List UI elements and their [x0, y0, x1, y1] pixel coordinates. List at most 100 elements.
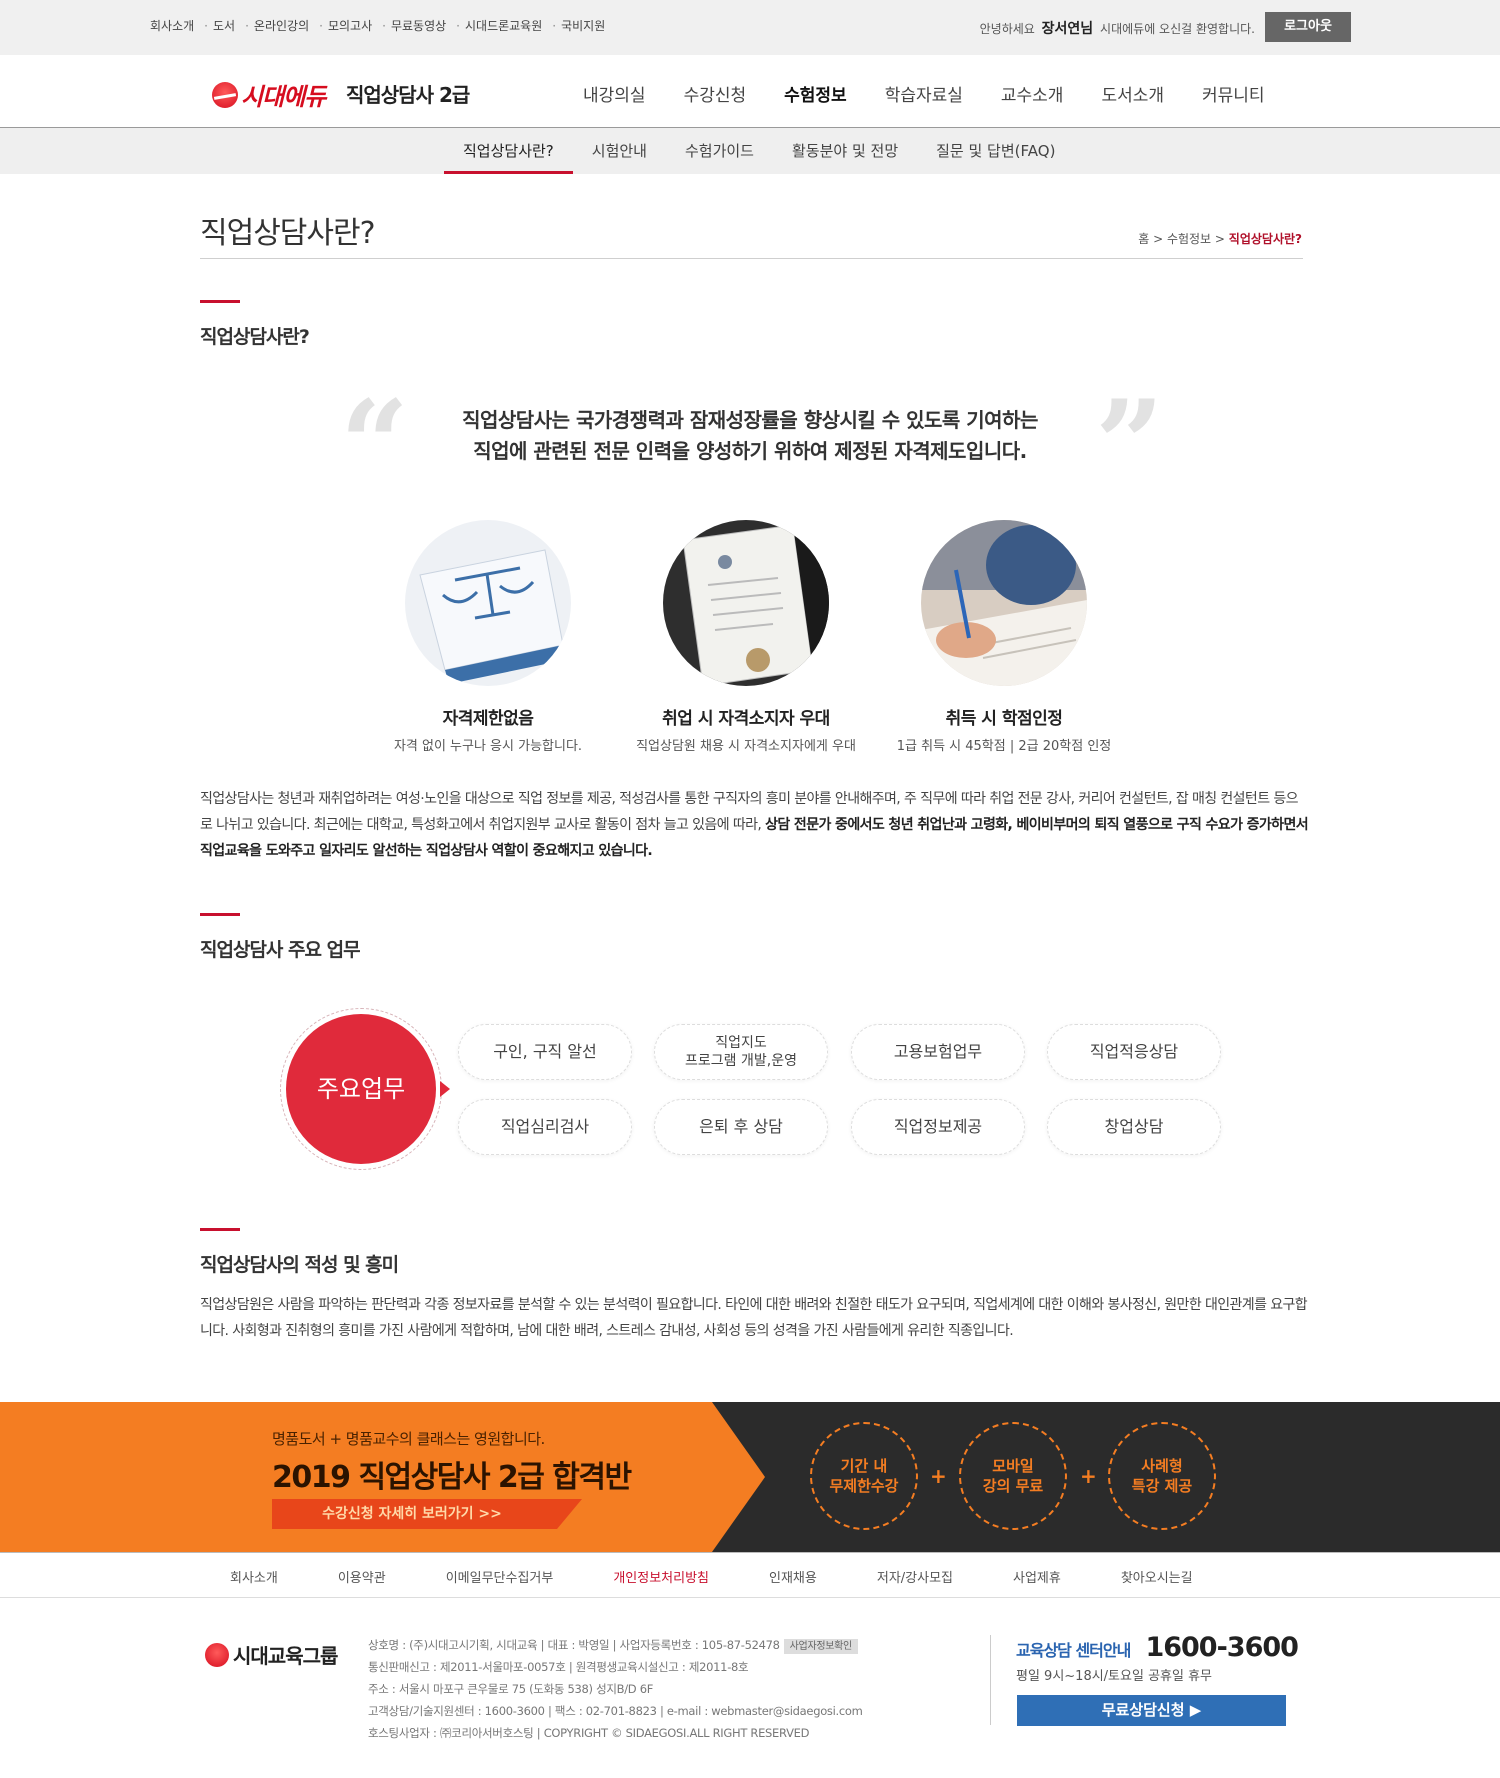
duty-item: 직업심리검사	[458, 1099, 632, 1155]
company-info-line: 상호명 : (주)시대고시기획, 시대교육 | 대표 : 박영일 | 사업자등록…	[368, 1638, 780, 1652]
banner-benefit: 모바일 강의 무료	[959, 1422, 1067, 1530]
feature-desc: 자격 없이 누구나 응시 가능합니다.	[393, 739, 583, 754]
subnav-exam-guide[interactable]: 시험안내	[573, 128, 666, 174]
banner-headline: 2019 직업상담사 2급 합격반	[272, 1460, 632, 1495]
gnb-my-classroom[interactable]: 내강의실	[583, 81, 646, 106]
gnb-materials[interactable]: 학습자료실	[885, 81, 963, 106]
duty-item: 직업적응상담	[1047, 1024, 1221, 1080]
footer-nav: 회사소개 이용약관 이메일무단수집거부 개인정보처리방침 인재채용 저자/강사모…	[0, 1552, 1500, 1598]
duty-item: 직업지도 프로그램 개발,운영	[654, 1024, 828, 1080]
biz-info-button[interactable]: 사업자정보확인	[783, 1639, 858, 1654]
section-title-main-duties: 직업상담사 주요 업무	[200, 939, 361, 961]
section-accent-bar	[200, 913, 240, 916]
feature-desc: 직업상담원 채용 시 자격소지자에게 우대	[636, 739, 856, 754]
duty-item: 고용보험업무	[851, 1024, 1025, 1080]
company-info-line: 주소 : 서울시 마포구 큰우물로 75 (도화동 538) 성지B/D 6F	[368, 1682, 654, 1696]
util-link-online[interactable]: 온라인강의	[245, 17, 309, 34]
util-link-mocktest[interactable]: 모의고사	[319, 17, 372, 34]
banner-cta-button[interactable]: 수강신청 자세히 보러가기 >>	[272, 1499, 582, 1529]
gnb-exam-info[interactable]: 수험정보	[784, 81, 847, 106]
law-book-image	[405, 520, 571, 686]
util-link-gov-support[interactable]: 국비지원	[552, 17, 605, 34]
main-header: 시대에듀 직업상담사 2급 내강의실 수강신청 수험정보 학습자료실 교수소개 …	[0, 55, 1500, 128]
subnav-faq[interactable]: 질문 및 답변(FAQ)	[917, 128, 1074, 174]
gnb-community[interactable]: 커뮤니티	[1202, 81, 1265, 106]
section3-paragraph: 직업상담원은 사람을 파악하는 판단력과 각종 정보자료를 분석할 수 있는 분…	[200, 1297, 1308, 1339]
gnb-books[interactable]: 도서소개	[1101, 81, 1164, 106]
greeting-post: 시대에듀에 오신걸 환영합니다.	[1100, 22, 1255, 36]
footer-link-no-email[interactable]: 이메일무단수집거부	[446, 1567, 554, 1586]
company-info-line: 고객상담/기술지원센터 : 1600-3600 | 팩스 : 02-701-88…	[368, 1704, 863, 1718]
greeting-pre: 안녕하세요	[979, 22, 1035, 36]
greeting: 안녕하세요 장서연님 시대에듀에 오신걸 환영합니다.	[980, 18, 1255, 38]
subnav-what-is[interactable]: 직업상담사란?	[444, 128, 573, 174]
promo-banner[interactable]: 명품도서 + 명품교수의 클래스는 영원합니다. 2019 직업상담사 2급 합…	[0, 1402, 1500, 1552]
consult-center-hours: 평일 9시~18시/토요일 공휴일 휴무	[1016, 1669, 1213, 1684]
consult-center-tel: 1600-3600	[1145, 1632, 1298, 1663]
feature-credit-recognition: 취득 시 학점인정 1급 취득 시 45학점 | 2급 20학점 인정	[874, 520, 1134, 754]
footer-link-partnership[interactable]: 사업제휴	[1013, 1567, 1061, 1586]
util-link-company[interactable]: 회사소개	[150, 17, 194, 34]
site-title[interactable]: 직업상담사 2급	[346, 79, 470, 108]
top-utility-bar: 회사소개 도서 온라인강의 모의고사 무료동영상 시대드론교육원 국비지원 안녕…	[0, 0, 1500, 55]
logo-mark-icon	[205, 1642, 229, 1667]
duty-center-badge: 주요업무	[286, 1014, 436, 1164]
logout-button[interactable]: 로그아웃	[1265, 12, 1351, 42]
banner-subtitle: 명품도서 + 명품교수의 클래스는 영원합니다.	[272, 1430, 545, 1448]
breadcrumb: 홈 > 수험정보 > 직업상담사란?	[1138, 232, 1302, 246]
gnb-enroll[interactable]: 수강신청	[684, 81, 747, 106]
feature-title: 취득 시 학점인정	[945, 709, 1063, 729]
footer-link-careers[interactable]: 인재채용	[769, 1567, 817, 1586]
footer-link-company[interactable]: 회사소개	[230, 1567, 278, 1586]
footer-link-directions[interactable]: 찾아오시는길	[1121, 1567, 1193, 1586]
plus-icon: +	[930, 1464, 947, 1488]
footer-divider	[990, 1635, 991, 1725]
quote-line-1: 직업상담사는 국가경쟁력과 잠재성장률을 향상시킬 수 있도록 기여하는	[462, 408, 1038, 432]
company-info-line: 통신판매신고 : 제2011-서울마포-0057호 | 원격평생교육시설신고 :…	[368, 1660, 749, 1674]
subnav-study-guide[interactable]: 수험가이드	[666, 128, 773, 174]
feature-employment-preference: 취업 시 자격소지자 우대 직업상담원 채용 시 자격소지자에게 우대	[616, 520, 876, 754]
certificate-image	[663, 520, 829, 686]
breadcrumb-exam-info[interactable]: 수험정보	[1167, 232, 1211, 246]
company-info: 상호명 : (주)시대고시기획, 시대교육 | 대표 : 박영일 | 사업자등록…	[368, 1634, 863, 1744]
section-title-what-is: 직업상담사란?	[200, 326, 310, 348]
close-quote-icon: ”	[1095, 374, 1165, 515]
feature-title: 자격제한없음	[442, 709, 534, 729]
section-accent-bar	[200, 1228, 240, 1231]
global-nav: 내강의실 수강신청 수험정보 학습자료실 교수소개 도서소개 커뮤니티	[583, 81, 1303, 106]
duty-item: 은퇴 후 상담	[654, 1099, 828, 1155]
footer-link-authors[interactable]: 저자/강사모집	[877, 1567, 953, 1586]
banner-benefit: 기간 내 무제한수강	[810, 1422, 918, 1530]
plus-icon: +	[1080, 1464, 1097, 1488]
footer-link-terms[interactable]: 이용약관	[338, 1567, 386, 1586]
site-logo[interactable]: 시대에듀	[212, 77, 326, 112]
company-info-line: 호스팅사업자 : ㈜코리아서버호스팅 | COPYRIGHT © SIDAEGO…	[368, 1726, 810, 1740]
section1-paragraph: 직업상담사는 청년과 재취업하려는 여성·노인을 대상으로 직업 정보를 제공,…	[200, 786, 1310, 864]
arrow-right-icon	[440, 1081, 450, 1097]
gnb-professors[interactable]: 교수소개	[1001, 81, 1064, 106]
definition-quote: 직업상담사는 국가경쟁력과 잠재성장률을 향상시킬 수 있도록 기여하는 직업에…	[400, 405, 1100, 467]
section-title-aptitude: 직업상담사의 적성 및 흥미	[200, 1254, 399, 1276]
free-consult-button[interactable]: 무료상담신청 ▶	[1017, 1695, 1286, 1726]
user-name: 장서연님	[1041, 21, 1094, 37]
logo-text: 시대에듀	[241, 83, 326, 111]
consult-center: 교육상담 센터안내 1600-3600 평일 9시~18시/토요일 공휴일 휴무	[1016, 1632, 1299, 1684]
feature-no-restriction: 자격제한없음 자격 없이 누구나 응시 가능합니다.	[358, 520, 618, 754]
consult-center-label: 교육상담 센터안내	[1016, 1641, 1131, 1660]
util-link-books[interactable]: 도서	[204, 17, 235, 34]
open-quote-icon: “	[340, 374, 410, 515]
breadcrumb-current: 직업상담사란?	[1228, 232, 1302, 246]
subnav-outlook[interactable]: 활동분야 및 전망	[773, 128, 917, 174]
breadcrumb-home[interactable]: 홈	[1138, 232, 1149, 246]
util-link-free-video[interactable]: 무료동영상	[382, 17, 446, 34]
banner-benefit: 사례형 특강 제공	[1108, 1422, 1216, 1530]
util-link-drone[interactable]: 시대드론교육원	[456, 17, 542, 34]
quote-line-2: 직업에 관련된 전문 인력을 양성하기 위하여 제정된 자격제도입니다.	[473, 439, 1027, 463]
page-title: 직업상담사란?	[200, 216, 376, 251]
duty-item: 창업상담	[1047, 1099, 1221, 1155]
duty-item: 직업정보제공	[851, 1099, 1025, 1155]
feature-desc: 1급 취득 시 45학점 | 2급 20학점 인정	[896, 739, 1112, 754]
footer-logo-text: 시대교육그룹	[233, 1644, 338, 1668]
footer-link-privacy[interactable]: 개인정보처리방침	[613, 1567, 709, 1586]
sub-nav: 직업상담사란? 시험안내 수험가이드 활동분야 및 전망 질문 및 답변(FAQ…	[0, 128, 1500, 174]
